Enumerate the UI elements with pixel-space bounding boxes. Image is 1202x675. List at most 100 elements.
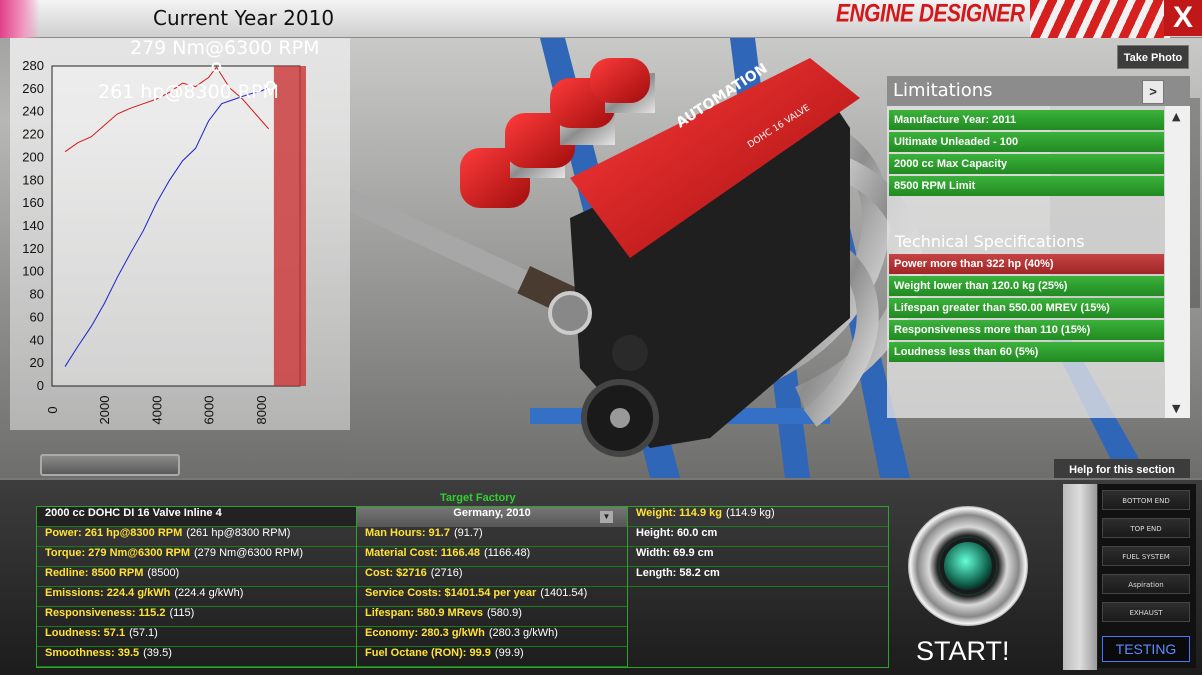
stat-value: Emissions: 224.4 g/kWh [45, 587, 171, 599]
stat-target: (279 Nm@6300 RPM) [194, 547, 303, 559]
stat-target: (114.9 kg) [726, 507, 775, 519]
y-tick-label: 220 [22, 127, 44, 142]
stat-value: Service Costs: $1401.54 per year [365, 587, 537, 599]
y-tick-label: 40 [30, 332, 44, 347]
limitation-item: 8500 RPM Limit [889, 176, 1164, 196]
stat-value: Power: 261 hp@8300 RPM [45, 527, 183, 539]
menu-fuel-system[interactable]: FUEL SYSTEM [1102, 546, 1190, 566]
y-tick-label: 20 [30, 355, 44, 370]
y-tick-label: 100 [22, 264, 44, 279]
stat-target: (1401.54) [540, 587, 588, 599]
app-title: ENGINE DESIGNER [836, 0, 1025, 28]
limitation-item: Manufacture Year: 2011 [889, 110, 1164, 130]
redline-zone [273, 66, 306, 386]
engine-designer-window: Current Year 2010 ENGINE DESIGNER X AUTO… [0, 0, 1202, 675]
stat-row: Torque: 279 Nm@6300 RPM (279 Nm@6300 RPM) [37, 547, 356, 567]
torque-peak-annotation: 279 Nm@6300 RPM [130, 38, 319, 59]
y-tick-label: 260 [22, 81, 44, 96]
spec-item: Weight lower than 120.0 kg (25%) [889, 276, 1164, 296]
menu-top-end[interactable]: TOP END [1102, 518, 1190, 538]
stat-value: Fuel Octane (RON): 99.9 [365, 647, 491, 659]
stat-value: Width: 69.9 cm [636, 547, 714, 559]
power-peak-annotation: 261 hp@8300 RPM [98, 81, 279, 103]
stat-row: Service Costs: $1401.54 per year (1401.54… [357, 587, 627, 607]
stat-row: Emissions: 224.4 g/kWh (224.4 g/kWh) [37, 587, 356, 607]
stat-value: Length: 58.2 cm [636, 567, 720, 579]
stat-value: Smoothness: 39.5 [45, 647, 140, 659]
x-tick-label: 6000 [202, 396, 217, 425]
take-photo-button[interactable]: Take Photo [1117, 45, 1189, 69]
spec-item: Loudness less than 60 (5%) [889, 342, 1164, 362]
stat-row: Lifespan: 580.9 MRevs (580.9) [357, 607, 627, 627]
top-bar-accent [0, 0, 40, 38]
y-tick-label: 200 [22, 149, 44, 164]
stat-value: Economy: 280.3 g/kWh [365, 627, 485, 639]
limitation-item: 2000 cc Max Capacity [889, 154, 1164, 174]
tab-testing[interactable]: TESTING [1102, 636, 1190, 662]
y-tick-label: 80 [30, 287, 44, 302]
start-lens-icon[interactable] [940, 538, 996, 594]
stat-target: (115) [169, 607, 195, 619]
scroll-up-icon[interactable]: ▲ [1172, 110, 1180, 123]
costs-list: Man Hours: 91.7 (91.7) Material Cost: 1166… [357, 527, 627, 667]
spec-item: Responsiveness more than 110 (15%) [889, 320, 1164, 340]
y-tick-label: 240 [22, 104, 44, 119]
stat-row: Height: 60.0 cm [628, 527, 888, 547]
scroll-down-icon[interactable]: ▼ [1172, 402, 1180, 415]
close-button[interactable]: X [1164, 0, 1202, 36]
chevron-down-icon[interactable]: ▼ [600, 511, 613, 523]
stat-row: Smoothness: 39.5 (39.5) [37, 647, 356, 667]
stat-row: Material Cost: 1166.48 (1166.48) [357, 547, 627, 567]
stat-target: (280.3 g/kWh) [488, 627, 558, 639]
stat-row: Redline: 8500 RPM (8500) [37, 567, 356, 587]
stat-row: Width: 69.9 cm [628, 547, 888, 567]
stat-target: (91.7) [453, 527, 483, 539]
menu-exhaust[interactable]: EXHAUST [1102, 602, 1190, 622]
stat-value: Weight: 114.9 kg [636, 507, 722, 519]
rivet-column [1063, 484, 1097, 670]
stat-row: Man Hours: 91.7 (91.7) [357, 527, 627, 547]
stat-target: (261 hp@8300 RPM) [186, 527, 291, 539]
stat-value: Material Cost: 1166.48 [365, 547, 480, 559]
stat-target: (57.1) [129, 627, 158, 639]
start-label[interactable]: START! [916, 636, 1010, 667]
x-tick-label: 2000 [97, 396, 112, 425]
engine-name: 2000 cc DOHC DI 16 Valve Inline 4 [37, 507, 356, 527]
stats-column-dimensions: Weight: 114.9 kg (114.9 kg) Height: 60.0 c… [628, 507, 888, 667]
limitations-expand-button[interactable]: > [1142, 80, 1164, 104]
stat-row: Loudness: 57.1 (57.1) [37, 627, 356, 647]
stat-row: Fuel Octane (RON): 99.9 (99.9) [357, 647, 627, 667]
stat-row: Length: 58.2 cm [628, 567, 888, 587]
stat-target: (39.5) [143, 647, 172, 659]
stat-value: Height: 60.0 cm [636, 527, 718, 539]
spec-item: Lifespan greater than 550.00 MREV (15%) [889, 298, 1164, 318]
stats-column-performance: 2000 cc DOHC DI 16 Valve Inline 4 Power:… [37, 507, 357, 667]
limitation-item: Ultimate Unleaded - 100 [889, 132, 1164, 152]
y-tick-label: 180 [22, 172, 44, 187]
spec-item: Power more than 322 hp (40%) [889, 254, 1164, 274]
power-torque-graph: 280 260 240 220 200 180 160 140 120 100 80 60 40 20 0 0… [10, 38, 350, 430]
x-tick-label: 8000 [254, 396, 269, 425]
menu-aspiration[interactable]: Aspiration [1102, 574, 1190, 594]
technical-specs-title: Technical Specifications [895, 232, 1085, 251]
stat-target: (8500) [147, 567, 180, 579]
factory-country-select[interactable]: Germany, 2010 ▼ [357, 507, 627, 527]
top-bar: Current Year 2010 ENGINE DESIGNER X [0, 0, 1202, 38]
y-tick-label: 0 [37, 378, 44, 393]
stat-target: (2716) [430, 567, 463, 579]
title-stripes [1030, 0, 1170, 38]
stat-value: Cost: $2716 [365, 567, 427, 579]
stat-value: Redline: 8500 RPM [45, 567, 144, 579]
y-tick-label: 120 [22, 241, 44, 256]
target-factory-label: Target Factory [440, 492, 516, 504]
dimensions-list: Weight: 114.9 kg (114.9 kg) Height: 60.0 c… [628, 507, 888, 587]
engine-stats-table: 2000 cc DOHC DI 16 Valve Inline 4 Power:… [36, 506, 889, 668]
stat-row: Responsiveness: 115.2 (115) [37, 607, 356, 627]
factory-country-value: Germany, 2010 [453, 507, 531, 519]
menu-bottom-end[interactable]: BOTTOM END [1102, 490, 1190, 510]
stats-column-costs: Germany, 2010 ▼ Man Hours: 91.7 (91.7) Mat… [357, 507, 628, 667]
stat-target: (1166.48) [483, 547, 531, 559]
limitations-scrollbar[interactable] [1165, 106, 1190, 418]
stat-target: (580.9) [487, 607, 522, 619]
stat-value: Loudness: 57.1 [45, 627, 126, 639]
